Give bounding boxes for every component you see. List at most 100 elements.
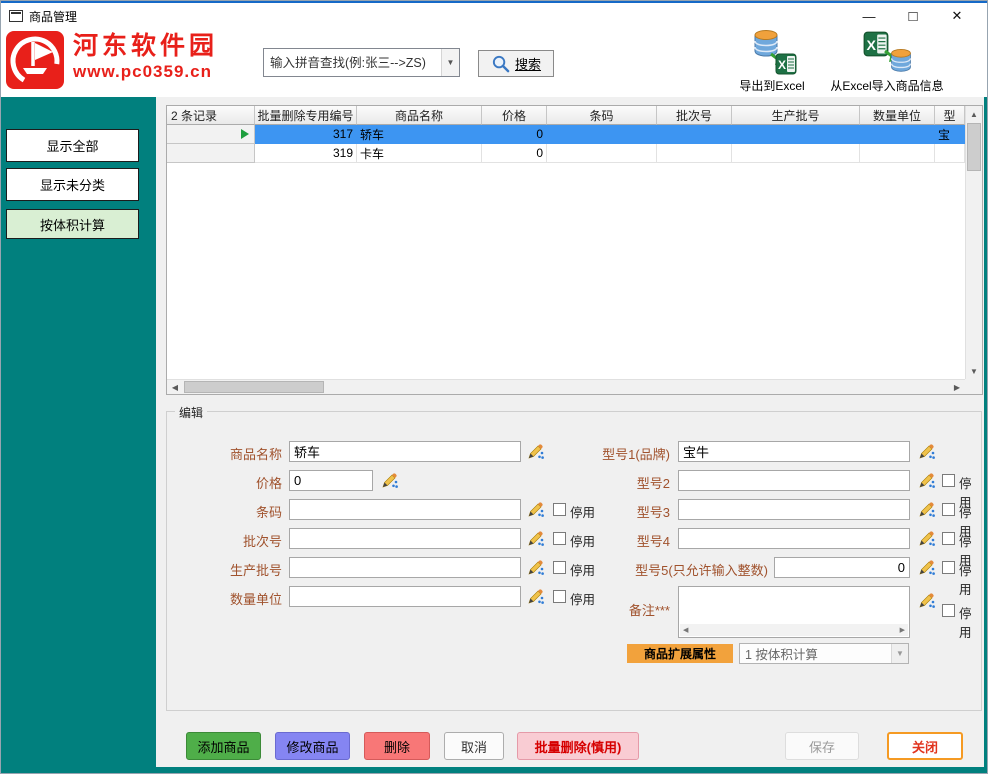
edit-icon[interactable] xyxy=(527,501,544,518)
product-name-input[interactable] xyxy=(289,441,521,462)
cell-id[interactable]: 317 xyxy=(255,125,357,144)
cell-brand[interactable] xyxy=(935,144,965,163)
cell-price[interactable]: 0 xyxy=(482,125,547,144)
unit-stop-checkbox[interactable] xyxy=(553,590,566,603)
column-header-brand-partial[interactable]: 型 xyxy=(935,106,965,125)
chevron-down-icon[interactable]: ▼ xyxy=(441,49,459,76)
edit-icon[interactable] xyxy=(527,443,544,460)
edit-icon[interactable] xyxy=(527,530,544,547)
remark-scrollbar[interactable]: ◀ ▶ xyxy=(680,624,908,636)
model1-input[interactable] xyxy=(678,441,910,462)
prod-batch-input[interactable] xyxy=(289,557,521,578)
cell-barcode[interactable] xyxy=(547,144,657,163)
row-header-cell[interactable] xyxy=(167,125,255,144)
search-icon xyxy=(491,54,510,73)
model3-label: 型号3 xyxy=(587,502,670,521)
scroll-right-icon[interactable]: ▶ xyxy=(900,626,905,634)
cell-unit[interactable] xyxy=(860,125,935,144)
model2-input[interactable] xyxy=(678,470,910,491)
horizontal-scrollbar[interactable]: ◀ ▶ xyxy=(167,379,965,394)
price-input[interactable] xyxy=(289,470,373,491)
batch-no-stop-checkbox[interactable] xyxy=(553,532,566,545)
close-button[interactable]: ✕ xyxy=(935,4,979,28)
model4-stop-checkbox[interactable] xyxy=(942,532,955,545)
batch-no-input[interactable] xyxy=(289,528,521,549)
model2-stop-checkbox[interactable] xyxy=(942,474,955,487)
window-icon xyxy=(9,10,23,22)
unit-input[interactable] xyxy=(289,586,521,607)
sidebar-item-show-uncategorized[interactable]: 显示未分类 xyxy=(6,168,139,201)
extended-attribute-select[interactable]: 1 按体积计算 ▼ xyxy=(739,643,909,664)
site-name: 河东软件园 xyxy=(73,30,218,62)
barcode-stop-checkbox[interactable] xyxy=(553,503,566,516)
edit-icon[interactable] xyxy=(381,472,398,489)
maximize-button[interactable]: □ xyxy=(891,4,935,28)
edit-icon[interactable] xyxy=(918,443,935,460)
remark-textarea[interactable]: ◀ ▶ xyxy=(678,586,910,638)
column-header-prod-batch[interactable]: 生产批号 xyxy=(732,106,860,125)
pinyin-search-combobox: ▼ xyxy=(263,48,460,77)
edit-icon[interactable] xyxy=(918,559,935,576)
delete-button[interactable]: 删除 xyxy=(364,732,430,760)
close-form-button[interactable]: 关闭 xyxy=(887,732,963,760)
remark-stop-checkbox[interactable] xyxy=(942,604,955,617)
scroll-right-icon[interactable]: ▶ xyxy=(949,380,965,394)
search-button[interactable]: 搜索 xyxy=(478,50,554,77)
sidebar-item-calc-by-volume[interactable]: 按体积计算 xyxy=(6,209,139,239)
row-header-cell[interactable] xyxy=(167,144,255,163)
model3-stop-checkbox[interactable] xyxy=(942,503,955,516)
scroll-left-icon[interactable]: ◀ xyxy=(167,380,183,394)
model5-input[interactable] xyxy=(774,557,910,578)
import-from-excel-label: 从Excel导入商品信息 xyxy=(807,77,967,94)
cell-prod-batch[interactable] xyxy=(732,125,860,144)
column-header-batch-no[interactable]: 批次号 xyxy=(657,106,732,125)
edit-icon[interactable] xyxy=(918,530,935,547)
vertical-scrollbar-thumb[interactable] xyxy=(967,123,981,171)
add-product-button[interactable]: 添加商品 xyxy=(186,732,261,760)
column-header-product-name[interactable]: 商品名称 xyxy=(357,106,482,125)
model3-input[interactable] xyxy=(678,499,910,520)
column-header-barcode[interactable]: 条码 xyxy=(547,106,657,125)
cell-name[interactable]: 卡车 xyxy=(357,144,482,163)
cell-unit[interactable] xyxy=(860,144,935,163)
chevron-down-icon[interactable]: ▼ xyxy=(891,644,908,663)
column-header-price[interactable]: 价格 xyxy=(482,106,547,125)
barcode-input[interactable] xyxy=(289,499,521,520)
search-input[interactable] xyxy=(264,49,441,76)
import-from-excel-button[interactable]: 从Excel导入商品信息 xyxy=(807,29,967,94)
edit-group: 编辑 商品名称 型号1(品牌) 价格 型号2 停用 条码 xyxy=(166,411,982,711)
column-header-batch-delete-id[interactable]: 批量删除专用编号 xyxy=(255,106,357,125)
model5-stop-checkbox[interactable] xyxy=(942,561,955,574)
table-row[interactable]: 319 卡车 0 xyxy=(167,144,982,163)
table-row[interactable]: 317 轿车 0 宝 xyxy=(167,125,982,144)
minimize-button[interactable]: — xyxy=(847,4,891,28)
cell-id[interactable]: 319 xyxy=(255,144,357,163)
edit-icon[interactable] xyxy=(527,559,544,576)
cell-batch[interactable] xyxy=(657,144,732,163)
scroll-up-icon[interactable]: ▲ xyxy=(966,106,982,122)
batch-delete-button[interactable]: 批量删除(慎用) xyxy=(517,732,639,760)
horizontal-scrollbar-thumb[interactable] xyxy=(184,381,324,393)
edit-icon[interactable] xyxy=(527,588,544,605)
modify-product-button[interactable]: 修改商品 xyxy=(275,732,350,760)
edit-icon[interactable] xyxy=(918,472,935,489)
vertical-scrollbar[interactable]: ▲ ▼ xyxy=(965,106,982,379)
sidebar-item-show-all[interactable]: 显示全部 xyxy=(6,129,139,162)
cell-price[interactable]: 0 xyxy=(482,144,547,163)
extended-attribute-value: 1 按体积计算 xyxy=(745,644,818,663)
scroll-down-icon[interactable]: ▼ xyxy=(966,363,982,379)
edit-icon[interactable] xyxy=(918,592,935,609)
column-header-unit[interactable]: 数量单位 xyxy=(860,106,935,125)
cell-prod-batch[interactable] xyxy=(732,144,860,163)
barcode-label: 条码 xyxy=(182,502,282,521)
edit-icon[interactable] xyxy=(918,501,935,518)
header: 河东软件园 www.pc0359.cn ▼ 搜索 导出到Excel xyxy=(1,29,987,97)
cell-batch[interactable] xyxy=(657,125,732,144)
cell-name[interactable]: 轿车 xyxy=(357,125,482,144)
scroll-left-icon[interactable]: ◀ xyxy=(683,626,688,634)
cell-barcode[interactable] xyxy=(547,125,657,144)
cell-brand[interactable]: 宝 xyxy=(935,125,965,144)
cancel-button[interactable]: 取消 xyxy=(444,732,504,760)
save-button[interactable]: 保存 xyxy=(785,732,859,760)
model4-input[interactable] xyxy=(678,528,910,549)
